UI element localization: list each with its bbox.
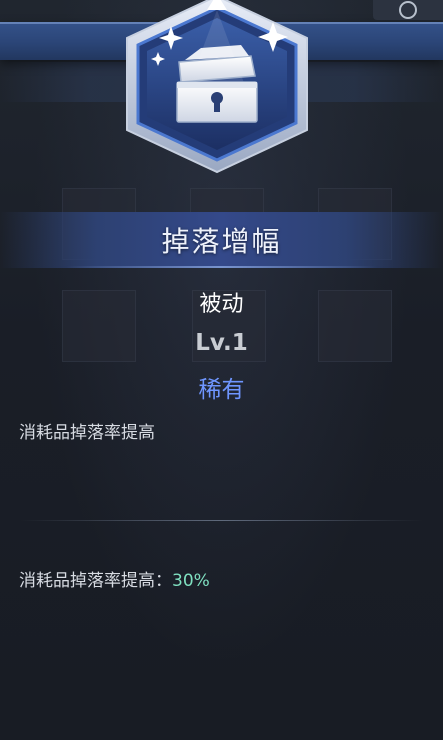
- skill-type-label: 被动: [199, 292, 244, 317]
- corner-logo: [373, 0, 443, 20]
- skill-name: 掉落增幅: [161, 225, 282, 258]
- skill-stat-line: 消耗品掉落率提高：30%: [19, 566, 210, 591]
- skill-description: 消耗品掉落率提高: [19, 423, 155, 443]
- skill-title-ribbon: 掉落增幅: [0, 212, 443, 268]
- section-divider: [20, 520, 423, 521]
- skill-stat-label: 消耗品掉落率提高：: [19, 571, 172, 591]
- skill-level: Lv.1: [195, 330, 248, 356]
- corner-logo-icon: [399, 1, 417, 19]
- skill-badge-hexagon: [126, 0, 308, 174]
- skill-stat-value: 30%: [172, 571, 210, 591]
- skill-rarity: 稀有: [198, 377, 245, 403]
- skill-badge: [101, 0, 333, 175]
